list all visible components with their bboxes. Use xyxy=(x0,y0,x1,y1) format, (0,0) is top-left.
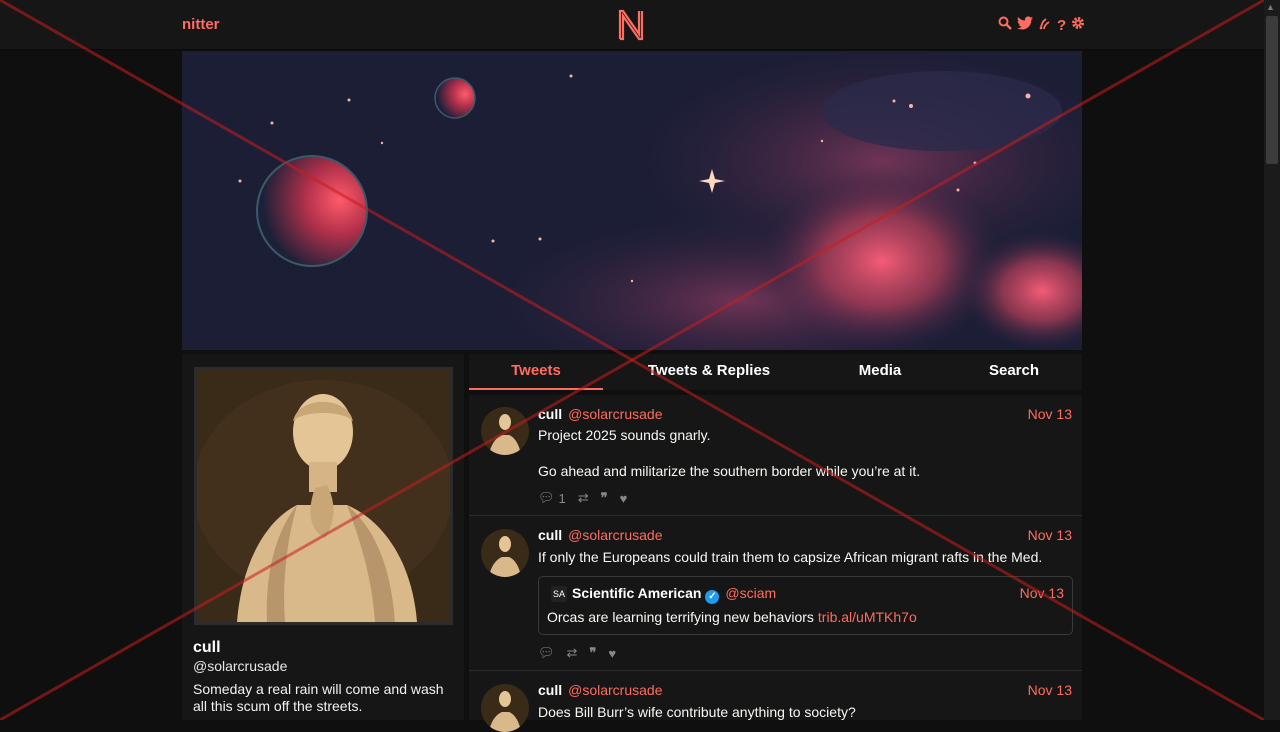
twitter-bird-icon[interactable] xyxy=(1017,16,1033,35)
profile-tabs: Tweets Tweets & Replies Media Search xyxy=(469,354,1082,390)
timeline: cull @solarcrusade Nov 13 Project 2025 so… xyxy=(469,395,1082,732)
tweet-date[interactable]: Nov 13 xyxy=(1028,406,1072,422)
tweet-text: If only the Europeans could train them t… xyxy=(538,549,1043,565)
scrollbar-thumb[interactable] xyxy=(1266,16,1278,164)
rss-icon[interactable] xyxy=(1038,16,1052,35)
tab-tweets[interactable]: Tweets xyxy=(469,354,603,390)
nav-icons: ? xyxy=(998,16,1085,35)
tweet-text: Does Bill Burr’s wife contribute anythin… xyxy=(538,704,856,720)
tweet-author[interactable]: cull @solarcrusade xyxy=(538,406,663,422)
quoted-fullname[interactable]: Scientific American xyxy=(572,585,701,601)
nitter-home-link[interactable]: nitter xyxy=(182,16,220,33)
tweet-avatar[interactable] xyxy=(481,684,529,732)
retweet-icon[interactable]: ⇄ xyxy=(578,490,589,506)
tweet-author[interactable]: cull @solarcrusade xyxy=(538,527,663,543)
comment-icon[interactable]: 💬︎ xyxy=(538,645,555,661)
profile-banner[interactable] xyxy=(182,51,1082,350)
quoted-date[interactable]: Nov 13 xyxy=(1020,585,1064,601)
tab-media[interactable]: Media xyxy=(829,354,931,390)
statue-avatar-image xyxy=(197,370,450,622)
tweet-item[interactable]: cull @solarcrusade Nov 13 If only the Eur… xyxy=(469,516,1082,671)
tweet-text: Project 2025 sounds gnarly. xyxy=(538,427,711,443)
tweet-date[interactable]: Nov 13 xyxy=(1028,682,1072,698)
tweet-item[interactable]: cull @solarcrusade Nov 13 Does Bill Burr’… xyxy=(469,671,1082,732)
reply-stat[interactable]: 💬︎ 1 xyxy=(538,490,566,506)
quote-icon[interactable]: ❞ xyxy=(601,490,608,506)
quoted-text: Orcas are learning terrifying new behavi… xyxy=(547,609,917,625)
quoted-tweet[interactable]: SA Scientific American ✓ @sciam Nov 13 Orc… xyxy=(538,576,1073,635)
quote-icon[interactable]: ❞ xyxy=(589,645,596,661)
quoted-text-body: Orcas are learning terrifying new behavi… xyxy=(547,609,814,625)
tweet-username[interactable]: @solarcrusade xyxy=(568,406,662,422)
tweet-text: Go ahead and militarize the southern bor… xyxy=(538,463,921,479)
quoted-avatar[interactable]: SA xyxy=(551,586,567,602)
profile-fullname[interactable]: cull xyxy=(193,639,221,657)
profile-bio: Someday a real rain will come and wash a… xyxy=(193,681,444,714)
tweet-username[interactable]: @solarcrusade xyxy=(568,527,662,543)
top-nav-bar: nitter ? xyxy=(0,0,1264,50)
heart-icon[interactable]: ♥ xyxy=(620,491,628,506)
nitter-logo-icon[interactable] xyxy=(616,8,646,42)
tweet-fullname[interactable]: cull xyxy=(538,527,562,543)
scroll-up-arrow-icon[interactable]: ▲ xyxy=(1266,2,1275,12)
profile-username[interactable]: @solarcrusade xyxy=(193,658,287,674)
tweet-stats: 💬︎ 1 ⇄ ❞ ♥ xyxy=(538,490,627,506)
tab-tweets-and-replies[interactable]: Tweets & Replies xyxy=(629,354,789,390)
space-banner-image xyxy=(182,51,1082,350)
search-icon[interactable] xyxy=(998,16,1012,35)
tweet-fullname[interactable]: cull xyxy=(538,682,562,698)
retweet-icon[interactable]: ⇄ xyxy=(567,645,578,661)
gear-icon[interactable] xyxy=(1071,16,1085,35)
reply-count: 1 xyxy=(558,490,566,506)
quoted-author[interactable]: Scientific American ✓ @sciam xyxy=(572,585,776,604)
tweet-avatar[interactable] xyxy=(481,529,529,577)
verified-badge-icon: ✓ xyxy=(705,590,720,604)
tweet-username[interactable]: @solarcrusade xyxy=(568,682,662,698)
tweet-stats: 💬︎ ⇄ ❞ ♥ xyxy=(538,645,616,661)
comment-icon: 💬︎ xyxy=(538,490,555,505)
heart-icon[interactable]: ♥ xyxy=(608,646,616,661)
tab-search[interactable]: Search xyxy=(963,354,1065,390)
tweet-date[interactable]: Nov 13 xyxy=(1028,527,1072,543)
quoted-link[interactable]: trib.al/uMTKh7o xyxy=(818,609,917,625)
tweet-fullname[interactable]: cull xyxy=(538,406,562,422)
quoted-username[interactable]: @sciam xyxy=(725,585,776,601)
tweet-author[interactable]: cull @solarcrusade xyxy=(538,682,663,698)
tweet-item[interactable]: cull @solarcrusade Nov 13 Project 2025 so… xyxy=(469,395,1082,516)
tweet-avatar[interactable] xyxy=(481,407,529,455)
help-icon[interactable]: ? xyxy=(1057,17,1066,35)
profile-avatar[interactable] xyxy=(194,367,453,625)
